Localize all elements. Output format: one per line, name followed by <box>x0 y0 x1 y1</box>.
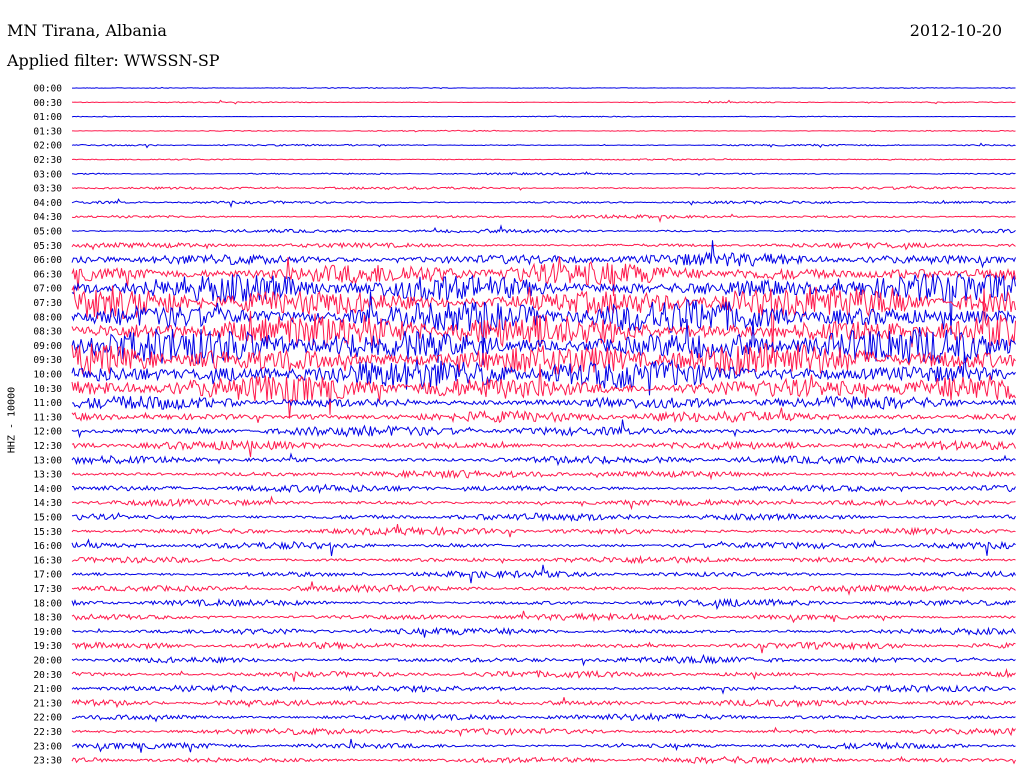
trace-row-1530 <box>71 524 1016 538</box>
seismic-traces <box>71 86 1016 765</box>
trace-row-1230 <box>71 439 1016 458</box>
trace-row-1400 <box>71 483 1016 495</box>
trace-row-0000 <box>72 86 1016 90</box>
tick-label: 12:30 <box>33 441 62 452</box>
trace-row-1130 <box>71 407 1016 424</box>
trace-row-1830 <box>71 610 1016 624</box>
tick-label: 16:30 <box>33 555 62 566</box>
trace-row-2200 <box>71 712 1016 723</box>
tick-label: 19:30 <box>33 641 62 652</box>
tick-label: 22:30 <box>33 727 62 738</box>
tick-label: 04:30 <box>33 212 62 223</box>
tick-label: 01:00 <box>33 112 62 123</box>
tick-label: 02:00 <box>33 141 62 152</box>
tick-label: 18:30 <box>33 613 62 624</box>
trace-row-1630 <box>71 554 1016 565</box>
tick-label: 20:30 <box>33 670 62 681</box>
trace-row-1700 <box>71 564 1016 584</box>
tick-label: 07:00 <box>33 284 62 295</box>
tick-label: 09:00 <box>33 341 62 352</box>
tick-label: 03:30 <box>33 184 62 195</box>
tick-label: 22:00 <box>33 713 62 724</box>
trace-row-2100 <box>71 684 1016 695</box>
tick-label: 00:30 <box>33 98 62 109</box>
trace-row-0300 <box>71 171 1016 177</box>
tick-label: 21:00 <box>33 684 62 695</box>
tick-label: 02:30 <box>33 155 62 166</box>
tick-label: 17:00 <box>33 570 62 581</box>
trace-row-0500 <box>71 224 1016 234</box>
trace-row-0400 <box>71 198 1016 208</box>
tick-label: 20:00 <box>33 656 62 667</box>
trace-row-1730 <box>71 581 1016 596</box>
tick-label: 03:00 <box>33 169 62 180</box>
trace-row-2000 <box>71 653 1016 667</box>
tick-label: 01:30 <box>33 126 62 137</box>
trace-row-2030 <box>71 667 1016 682</box>
trace-row-1200 <box>71 419 1016 439</box>
trace-row-2300 <box>71 738 1016 753</box>
tick-label: 14:30 <box>33 498 62 509</box>
tick-label: 05:30 <box>33 241 62 252</box>
trace-row-1330 <box>71 469 1016 481</box>
tick-label: 06:30 <box>33 269 62 280</box>
helicorder-plot: 00:00 00:30 01:00 01:30 02:00 02:30 03:00 03:30… <box>33 84 1016 767</box>
tick-label: 18:00 <box>33 598 62 609</box>
tick-label: 09:30 <box>33 355 62 366</box>
trace-row-2230 <box>71 726 1016 738</box>
trace-row-1800 <box>71 597 1016 611</box>
tick-label: 08:30 <box>33 327 62 338</box>
trace-row-1930 <box>71 641 1016 654</box>
tick-label: 05:00 <box>33 227 62 238</box>
tick-label: 07:30 <box>33 298 62 309</box>
trace-row-1100 <box>71 395 1016 411</box>
trace-row-0430 <box>71 213 1016 224</box>
trace-row-0230 <box>71 158 1016 161</box>
trace-row-1500 <box>71 512 1016 522</box>
tick-label: 14:00 <box>33 484 62 495</box>
trace-row-1900 <box>71 626 1016 638</box>
tick-label: 21:30 <box>33 698 62 709</box>
tick-label: 11:00 <box>33 398 62 409</box>
trace-row-1600 <box>71 538 1016 557</box>
trace-row-0530 <box>71 241 1016 251</box>
trace-row-1030 <box>71 363 1016 419</box>
trace-row-1430 <box>71 495 1016 511</box>
tick-label: 00:00 <box>33 84 62 95</box>
tick-label: 11:30 <box>33 412 62 423</box>
tick-label: 10:30 <box>33 384 62 395</box>
trace-row-0330 <box>71 185 1016 191</box>
tick-label: 15:00 <box>33 513 62 524</box>
trace-row-1300 <box>71 452 1016 467</box>
tick-label: 15:30 <box>33 527 62 538</box>
trace-row-0030 <box>71 99 1016 105</box>
trace-row-0200 <box>71 142 1016 149</box>
tick-label: 23:00 <box>33 741 62 752</box>
tick-label: 12:00 <box>33 427 62 438</box>
trace-row-0930 <box>71 342 1016 376</box>
trace-row-2130 <box>71 697 1016 709</box>
tick-label: 04:00 <box>33 198 62 209</box>
tick-label: 23:30 <box>33 756 62 767</box>
tick-label: 08:00 <box>33 312 62 323</box>
trace-row-0100 <box>71 115 1016 118</box>
trace-row-0130 <box>72 129 1016 133</box>
tick-label: 13:30 <box>33 470 62 481</box>
trace-row-2330 <box>71 755 1016 765</box>
tick-label: 16:00 <box>33 541 62 552</box>
tick-labels: 00:00 00:30 01:00 01:30 02:00 02:30 03:00 03:30… <box>33 84 62 767</box>
tick-label: 17:30 <box>33 584 62 595</box>
tick-label: 06:00 <box>33 255 62 266</box>
tick-label: 13:00 <box>33 455 62 466</box>
tick-label: 19:00 <box>33 627 62 638</box>
tick-label: 10:00 <box>33 370 62 381</box>
